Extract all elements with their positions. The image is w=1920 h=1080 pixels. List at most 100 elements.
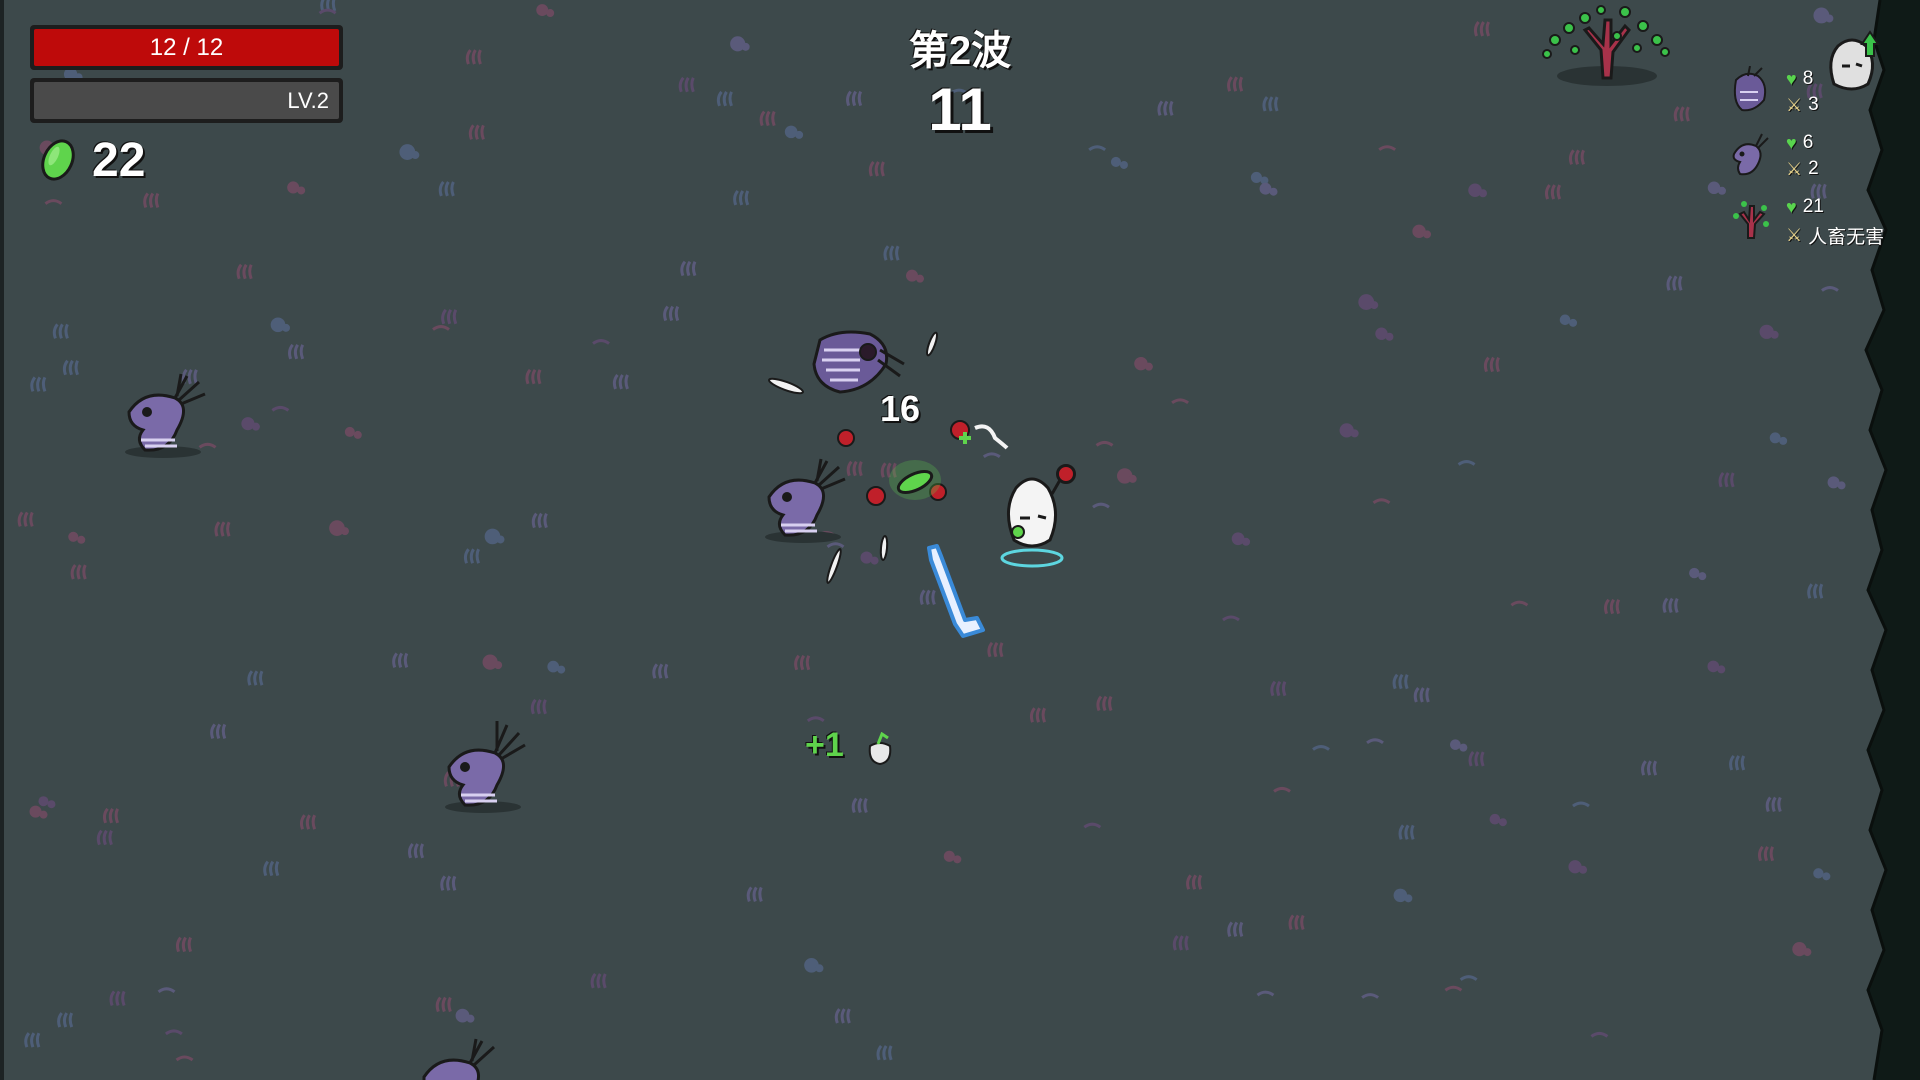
ground-plant xyxy=(1468,183,1488,198)
ground-plant xyxy=(1231,532,1251,546)
heal-item xyxy=(959,424,1009,450)
arena-left-border xyxy=(0,0,4,1080)
ground-plant xyxy=(408,842,425,859)
sword-icon: ⚔ xyxy=(1786,225,1803,245)
enemy-baby-alien xyxy=(445,721,526,813)
ground-plant xyxy=(1092,502,1110,509)
ground-plant xyxy=(214,521,231,537)
ground-plant xyxy=(804,958,824,973)
ground-plant xyxy=(299,814,317,830)
ground-plant xyxy=(1412,224,1432,239)
ground-plant xyxy=(236,263,253,280)
ground-plant xyxy=(1821,286,1839,292)
ground-plant xyxy=(1227,921,1244,937)
ground-plant xyxy=(247,670,264,686)
ground-plant xyxy=(24,1032,41,1048)
ground-plant xyxy=(441,308,458,325)
ground-plant xyxy=(1666,275,1683,291)
ground-plant xyxy=(1483,356,1500,373)
ground-plant xyxy=(288,343,305,360)
ground-plant xyxy=(592,339,610,345)
ground-plant xyxy=(1288,914,1305,931)
ground-plant xyxy=(1559,314,1578,327)
ground-plant xyxy=(612,373,629,390)
ground-plant xyxy=(399,144,420,160)
fruit-pickup xyxy=(868,732,892,766)
ground-plant xyxy=(1273,786,1291,793)
ground-plant xyxy=(1510,600,1529,607)
ground-plant xyxy=(1378,145,1397,151)
ground-plant xyxy=(52,323,69,339)
ground-plant xyxy=(868,161,885,177)
ground-plant xyxy=(1393,888,1413,903)
ground-plant xyxy=(1489,813,1507,827)
ground-plant xyxy=(547,660,566,674)
ground-plant xyxy=(536,4,555,18)
ground-plant xyxy=(432,325,450,331)
ground-plant xyxy=(1339,423,1359,438)
sword-icon: ⚔ xyxy=(1786,94,1803,115)
baby-alien-icon xyxy=(1732,133,1769,176)
wave-timer: 11 xyxy=(928,76,992,143)
ground-plant xyxy=(241,417,260,431)
ground-plant xyxy=(271,405,290,412)
ground-plant xyxy=(109,990,126,1006)
ground-plant xyxy=(392,652,409,668)
lamprey-alien-icon xyxy=(1733,66,1767,112)
ground-plant xyxy=(1662,597,1679,614)
ground-plant xyxy=(876,1044,893,1061)
ground-plant xyxy=(525,368,542,385)
ground-plant xyxy=(1083,822,1102,829)
ground-plant xyxy=(1604,598,1621,615)
ground-plant xyxy=(883,245,900,261)
enemy-info-panel: ♥ 8 ⚔ 3 ♥ 6 ⚔ 2 ♥ 21 ⚔ 人畜无害 xyxy=(1728,66,1908,258)
ground-plant xyxy=(1769,432,1788,445)
ground-plant xyxy=(96,829,113,846)
ground-plant xyxy=(1116,468,1137,484)
ground-plant xyxy=(1707,181,1726,195)
ground-plant xyxy=(1413,687,1430,703)
ground-plant xyxy=(1568,860,1588,874)
ground-plant xyxy=(164,1029,183,1036)
ground-plant xyxy=(1256,990,1275,997)
damage-number: 16 xyxy=(880,388,921,429)
heart-icon: ♥ xyxy=(1786,132,1797,153)
enemy-info-row: ♥ 6 ⚔ 2 xyxy=(1728,130,1908,194)
ground-plant xyxy=(1590,1031,1609,1038)
enemy-hp: ♥ 21 xyxy=(1786,196,1824,218)
tree-icon xyxy=(1733,201,1769,239)
game-arena: 16 +1 xyxy=(0,0,1920,1080)
ground-plant xyxy=(652,663,669,679)
ground-plant xyxy=(318,8,337,15)
ground-plant xyxy=(1459,975,1478,981)
ground-plant xyxy=(987,641,1004,658)
ground-plant xyxy=(1813,868,1831,881)
ground-plant xyxy=(1729,755,1746,771)
ground-plant xyxy=(1765,796,1782,813)
ground-plant xyxy=(1375,327,1394,341)
ground-plant xyxy=(1757,845,1775,862)
player-character xyxy=(1000,465,1075,568)
ground-plant xyxy=(143,192,160,209)
ground-plant xyxy=(1641,760,1658,776)
ground-plant xyxy=(1568,149,1585,165)
ground-plant xyxy=(1544,184,1562,200)
ground-plant xyxy=(263,860,280,877)
ground-plant xyxy=(1259,182,1278,196)
enemy-damage-value: 3 xyxy=(1808,94,1819,115)
ground-plant xyxy=(680,260,697,277)
ground-plant xyxy=(70,564,87,580)
ground-plant xyxy=(270,317,290,333)
ground-plant xyxy=(438,180,455,197)
enemy-hp-value: 6 xyxy=(1802,132,1814,153)
wrench-weapon xyxy=(927,544,985,638)
ground-plant xyxy=(1450,739,1468,752)
ground-plant xyxy=(102,807,119,824)
ground-plant xyxy=(1398,824,1415,840)
ground-plant xyxy=(30,376,47,392)
ground-plant xyxy=(44,199,63,205)
ground-plant xyxy=(175,936,193,953)
ground-plant xyxy=(57,1012,74,1028)
ground-plant xyxy=(1444,985,1463,992)
ground-plant xyxy=(530,698,547,715)
